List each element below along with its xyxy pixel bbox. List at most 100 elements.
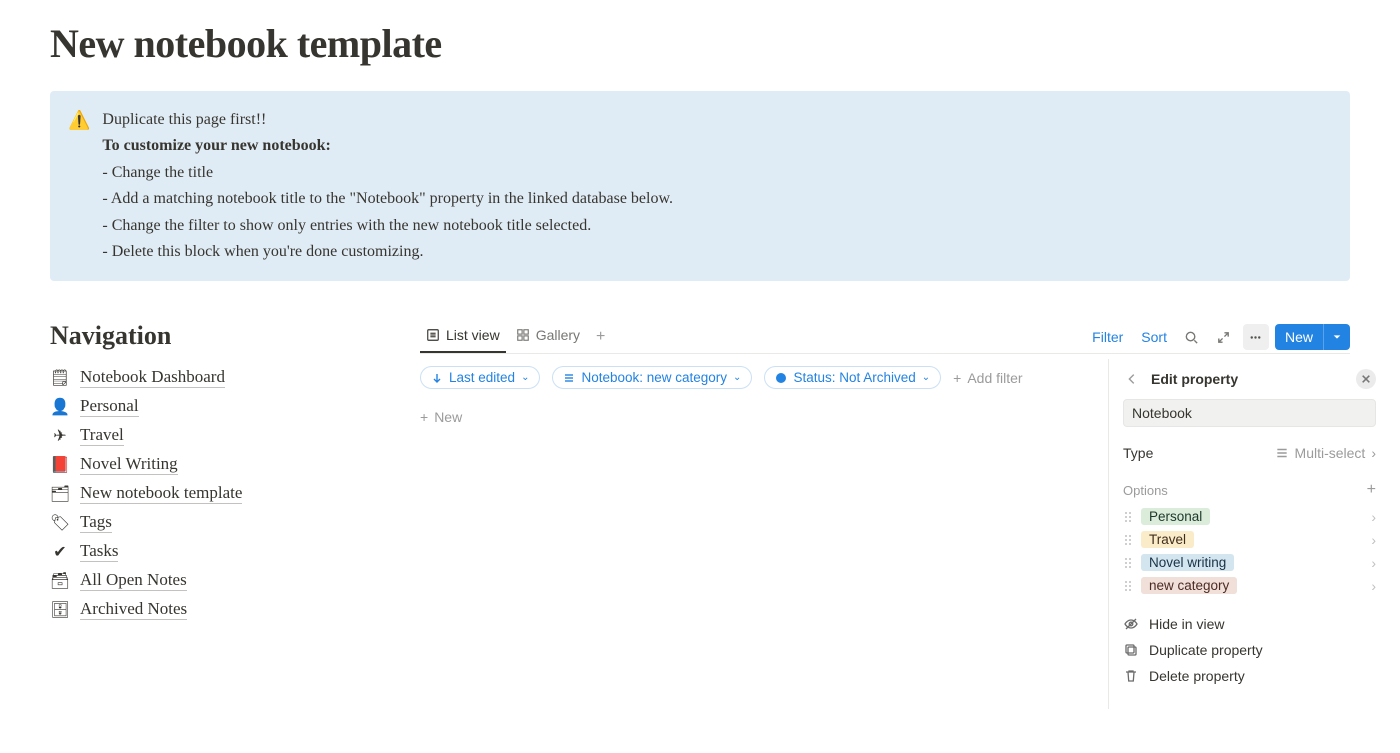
drag-handle-icon[interactable]: [1123, 510, 1133, 524]
chevron-right-icon[interactable]: ›: [1371, 509, 1376, 525]
nav-label: Novel Writing: [80, 454, 178, 475]
panel-back-button[interactable]: [1123, 372, 1141, 386]
add-filter-label: Add filter: [967, 370, 1022, 386]
open-notes-icon: 🗃: [50, 571, 70, 591]
duplicate-icon: [1123, 642, 1139, 658]
pill-label: Status: Not Archived: [793, 370, 915, 385]
tasks-icon: ✔: [50, 542, 70, 562]
more-icon: [1248, 330, 1263, 345]
tag-icon: 🏷: [50, 513, 70, 533]
filter-pill-status[interactable]: Status: Not Archived ⌄: [764, 366, 941, 389]
gallery-icon: [516, 328, 530, 342]
action-label: Duplicate property: [1149, 642, 1263, 658]
sidebar: Navigation 🗒 Notebook Dashboard 👤 Person…: [50, 321, 380, 624]
new-row-button[interactable]: + New: [420, 405, 462, 429]
chevron-down-icon: ⌄: [922, 372, 930, 383]
duplicate-property-button[interactable]: Duplicate property: [1123, 637, 1376, 663]
plus-icon: +: [420, 409, 428, 425]
search-button[interactable]: [1179, 324, 1205, 350]
expand-icon: [1216, 330, 1231, 345]
filter-pill-notebook[interactable]: Notebook: new category ⌄: [552, 366, 752, 389]
tab-gallery[interactable]: Gallery: [510, 321, 586, 353]
nav-label: Notebook Dashboard: [80, 367, 225, 388]
nav-label: New notebook template: [80, 483, 242, 504]
sort-down-icon: [431, 372, 443, 384]
nav-label: Archived Notes: [80, 599, 187, 620]
sort-button[interactable]: Sort: [1135, 325, 1173, 349]
nav-item-all-open-notes[interactable]: 🗃 All Open Notes: [50, 566, 380, 595]
notebook-dashboard-icon: 🗒: [50, 368, 70, 388]
nav-item-notebook-dashboard[interactable]: 🗒 Notebook Dashboard: [50, 363, 380, 392]
page-title[interactable]: New notebook template: [50, 20, 1350, 67]
nav-item-archived-notes[interactable]: 🗄 Archived Notes: [50, 595, 380, 624]
chevron-right-icon[interactable]: ›: [1371, 555, 1376, 571]
property-type-row[interactable]: Type Multi-select ›: [1123, 439, 1376, 467]
add-option-button[interactable]: +: [1367, 481, 1376, 499]
chevron-right-icon[interactable]: ›: [1371, 578, 1376, 594]
personal-icon: 👤: [50, 397, 70, 417]
option-row[interactable]: Travel ›: [1123, 528, 1376, 551]
hide-in-view-button[interactable]: Hide in view: [1123, 611, 1376, 637]
drag-handle-icon[interactable]: [1123, 533, 1133, 547]
action-label: Delete property: [1149, 668, 1245, 684]
drag-handle-icon[interactable]: [1123, 556, 1133, 570]
sort-pill-last-edited[interactable]: Last edited ⌄: [420, 366, 540, 389]
new-button[interactable]: New: [1275, 324, 1350, 350]
nav-item-tags[interactable]: 🏷 Tags: [50, 508, 380, 537]
nav-item-tasks[interactable]: ✔ Tasks: [50, 537, 380, 566]
action-label: Hide in view: [1149, 616, 1224, 632]
warning-icon: ⚠️: [68, 107, 90, 265]
book-icon: 📕: [50, 455, 70, 475]
plus-icon: +: [953, 370, 961, 386]
add-filter-button[interactable]: + Add filter: [953, 370, 1022, 386]
nav-label: Personal: [80, 396, 139, 417]
options-label: Options: [1123, 483, 1168, 498]
tab-list-view[interactable]: List view: [420, 321, 506, 353]
tab-label: Gallery: [536, 327, 580, 343]
eye-off-icon: [1123, 616, 1139, 632]
option-row[interactable]: Novel writing›: [1123, 551, 1376, 574]
trash-icon: [1123, 668, 1139, 684]
nav-item-novel-writing[interactable]: 📕 Novel Writing: [50, 450, 380, 479]
archived-icon: 🗄: [50, 600, 70, 620]
drag-handle-icon[interactable]: [1123, 579, 1133, 593]
pill-label: Last edited: [449, 370, 515, 385]
multiselect-icon: [563, 372, 575, 384]
option-tag: Travel: [1141, 531, 1194, 548]
callout-bullet: - Add a matching notebook title to the "…: [102, 186, 673, 212]
nav-heading: Navigation: [50, 321, 380, 351]
new-button-dropdown[interactable]: [1323, 324, 1350, 350]
chevron-down-icon: ⌄: [521, 372, 529, 383]
more-options-button[interactable]: [1243, 324, 1269, 350]
panel-title: Edit property: [1151, 371, 1346, 387]
add-view-button[interactable]: +: [590, 324, 611, 350]
type-label: Type: [1123, 445, 1153, 461]
filter-button[interactable]: Filter: [1086, 325, 1129, 349]
pill-label: Notebook: new category: [581, 370, 727, 385]
multiselect-icon: [1275, 446, 1289, 460]
chevron-down-icon: ⌄: [733, 372, 741, 383]
chevron-right-icon: ›: [1371, 445, 1376, 461]
callout-body: Duplicate this page first!! To customize…: [102, 107, 673, 265]
nav-item-new-notebook-template[interactable]: 🗂 New notebook template: [50, 479, 380, 508]
panel-close-button[interactable]: [1356, 369, 1376, 389]
nav-label: All Open Notes: [80, 570, 187, 591]
list-icon: [426, 328, 440, 342]
expand-button[interactable]: [1211, 324, 1237, 350]
view-tabs: List view Gallery +: [420, 321, 611, 353]
chevron-down-icon: [1332, 332, 1342, 342]
property-name-input[interactable]: [1123, 399, 1376, 427]
new-button-label: New: [1275, 324, 1323, 350]
delete-property-button[interactable]: Delete property: [1123, 663, 1376, 689]
edit-property-panel: Edit property Type Multi-select › Opti: [1108, 359, 1388, 709]
callout-line2: To customize your new notebook:: [102, 133, 673, 159]
callout-bullet: - Delete this block when you're done cus…: [102, 239, 673, 265]
callout-block[interactable]: ⚠️ Duplicate this page first!! To custom…: [50, 91, 1350, 281]
option-row[interactable]: Personal›: [1123, 505, 1376, 528]
tab-label: List view: [446, 327, 500, 343]
travel-icon: ✈: [50, 426, 70, 446]
option-row[interactable]: new category›: [1123, 574, 1376, 597]
chevron-right-icon[interactable]: ›: [1371, 532, 1376, 548]
nav-item-travel[interactable]: ✈ Travel: [50, 421, 380, 450]
nav-item-personal[interactable]: 👤 Personal: [50, 392, 380, 421]
